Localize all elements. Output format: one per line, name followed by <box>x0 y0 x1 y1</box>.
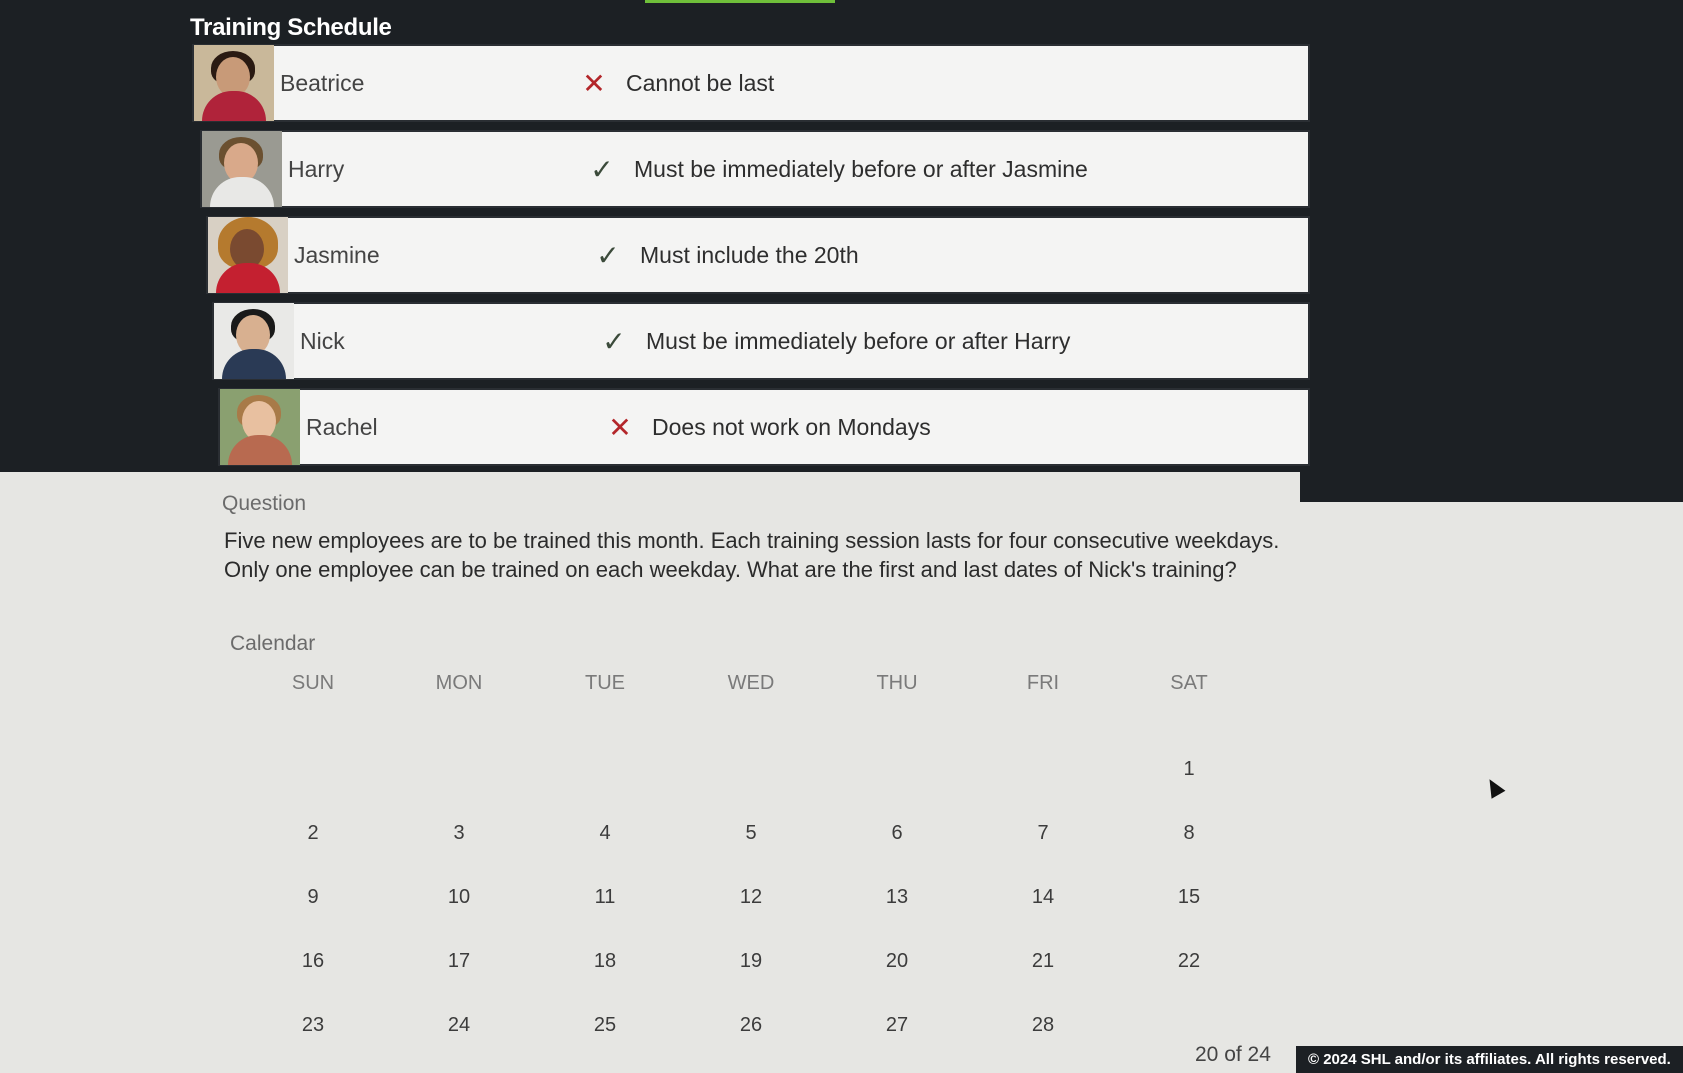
calendar-day: 12 <box>739 886 763 908</box>
page-indicator: 20 of 24 <box>1195 1043 1271 1066</box>
calendar-day: 19 <box>739 950 763 972</box>
employee-row-nick: Nick ✓ Must be immediately before or aft… <box>212 302 1310 380</box>
avatar <box>214 303 294 379</box>
question-label: Question <box>222 492 307 515</box>
calendar-day <box>386 758 532 822</box>
calendar-day: 28 <box>1031 1014 1055 1036</box>
calendar-day: 14 <box>1031 886 1055 908</box>
close-icon: ✕ <box>582 67 606 99</box>
calendar-day: 8 <box>1183 822 1195 844</box>
constraint-text: Must include the 20th <box>640 241 859 268</box>
calendar-day: 2 <box>307 822 319 844</box>
constraint-text: Cannot be last <box>626 69 775 96</box>
constraint-text: Must be immediately before or after Harr… <box>646 327 1071 354</box>
employee-rows: Beatrice ✕ Cannot be last Harry ✓ Must b… <box>192 44 1310 474</box>
calendar-day: 25 <box>593 1014 617 1036</box>
employee-row-harry: Harry ✓ Must be immediately before or af… <box>200 130 1310 208</box>
calendar-week: 23 24 25 26 27 28 <box>240 1014 1260 1073</box>
calendar-week: 1 <box>240 758 1260 822</box>
calendar-week: 9 10 11 12 13 14 15 <box>240 886 1260 950</box>
calendar-day: 24 <box>447 1014 471 1036</box>
employee-name: Nick <box>300 327 345 354</box>
calendar: SUN MON TUE WED THU FRI SAT 1 2 3 4 5 6 … <box>240 672 1260 1073</box>
employee-name: Rachel <box>306 413 378 440</box>
constraint-text: Must be immediately before or after Jasm… <box>634 155 1088 182</box>
calendar-day <box>824 758 970 822</box>
calendar-day: 9 <box>307 886 319 908</box>
calendar-day: 5 <box>745 822 757 844</box>
calendar-label: Calendar <box>230 632 316 655</box>
calendar-day: 21 <box>1031 950 1055 972</box>
calendar-day: 26 <box>739 1014 763 1036</box>
calendar-day: 16 <box>301 950 325 972</box>
check-icon: ✓ <box>602 325 626 357</box>
panel-edge <box>1300 472 1683 502</box>
calendar-day: 23 <box>301 1014 325 1036</box>
day-header-sat: SAT <box>1170 672 1208 694</box>
question-text: Five new employees are to be trained thi… <box>224 528 1280 582</box>
avatar <box>202 131 282 207</box>
calendar-day <box>532 758 678 822</box>
check-icon: ✓ <box>596 239 620 271</box>
day-header-mon: MON <box>435 672 483 694</box>
employee-row-beatrice: Beatrice ✕ Cannot be last <box>192 44 1310 122</box>
top-accent-bar <box>645 0 835 3</box>
screen: Training Schedule Beatrice ✕ Cannot be l… <box>0 0 1683 1073</box>
calendar-day: 7 <box>1037 822 1049 844</box>
employee-name: Beatrice <box>280 69 365 96</box>
calendar-day: 6 <box>891 822 903 844</box>
employee-row-rachel: Rachel ✕ Does not work on Mondays <box>218 388 1310 466</box>
avatar <box>194 45 274 121</box>
day-header-sun: SUN <box>291 672 335 694</box>
day-header-thu: THU <box>876 672 918 694</box>
calendar-day: 22 <box>1177 950 1201 972</box>
copyright-text: © 2024 SHL and/or its affiliates. All ri… <box>1296 1046 1683 1073</box>
calendar-day: 27 <box>885 1014 909 1036</box>
calendar-day <box>678 758 824 822</box>
calendar-day: 17 <box>447 950 471 972</box>
day-header-tue: TUE <box>585 672 625 694</box>
calendar-day: 18 <box>593 950 617 972</box>
check-icon: ✓ <box>590 153 614 185</box>
calendar-week: 2 3 4 5 6 7 8 <box>240 822 1260 886</box>
employee-name: Jasmine <box>294 241 380 268</box>
calendar-day: 13 <box>885 886 909 908</box>
day-header-fri: FRI <box>1026 672 1060 694</box>
calendar-day: 11 <box>594 886 616 908</box>
calendar-day: 10 <box>447 886 471 908</box>
constraint-text: Does not work on Mondays <box>652 413 931 440</box>
calendar-day <box>240 758 386 822</box>
calendar-day: 4 <box>599 822 611 844</box>
calendar-day <box>970 758 1116 822</box>
day-header-wed: WED <box>727 672 775 694</box>
calendar-header: SUN MON TUE WED THU FRI SAT <box>240 672 1260 758</box>
avatar <box>220 389 300 465</box>
calendar-day: 1 <box>1183 758 1195 780</box>
avatar <box>208 217 288 293</box>
calendar-day: 3 <box>453 822 465 844</box>
calendar-day: 20 <box>885 950 909 972</box>
employee-row-jasmine: Jasmine ✓ Must include the 20th <box>206 216 1310 294</box>
employee-name: Harry <box>288 155 345 182</box>
calendar-week: 16 17 18 19 20 21 22 <box>240 950 1260 1014</box>
close-icon: ✕ <box>608 411 632 443</box>
calendar-day: 15 <box>1177 886 1201 908</box>
schedule-title: Training Schedule <box>190 14 392 41</box>
